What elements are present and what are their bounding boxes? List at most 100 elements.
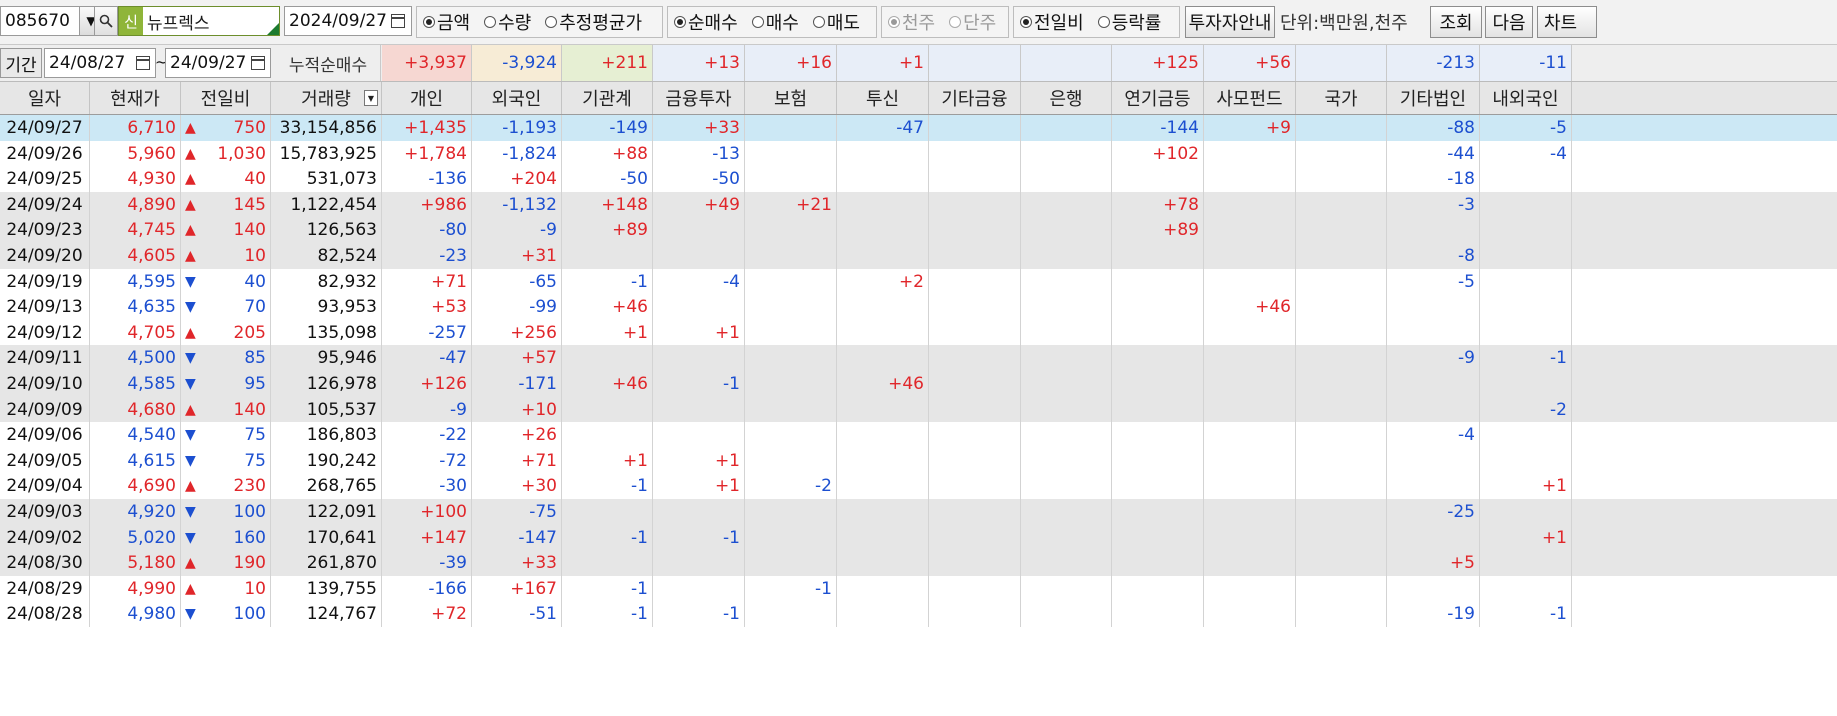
column-header[interactable]: 은행 bbox=[1021, 82, 1112, 114]
change-value: 10 bbox=[244, 246, 266, 266]
table-row[interactable]: 24/09/13 4,635 ▼ 70 93,953 +53 -99 +46 +46 bbox=[0, 294, 1837, 321]
investor-guide-button[interactable]: 투자자안내 bbox=[1185, 6, 1275, 38]
column-header[interactable]: 투신 bbox=[837, 82, 929, 114]
chart-button[interactable]: 차트 bbox=[1537, 6, 1597, 38]
column-header[interactable]: 기관계 bbox=[562, 82, 653, 114]
table-row[interactable]: 24/09/24 4,890 ▲ 145 1,122,454 +986 -1,132 +148… bbox=[0, 191, 1837, 218]
period-from-input[interactable]: 24/08/27 bbox=[44, 48, 156, 78]
table-row[interactable]: 24/09/10 4,585 ▼ 95 126,978 +126 -171 +46 -1 +46 bbox=[0, 371, 1837, 397]
table-row[interactable]: 24/08/29 4,990 ▲ 10 139,755 -166 +167 -1 -1 bbox=[0, 575, 1837, 602]
radio-change-rate[interactable]: 등락률 bbox=[1097, 9, 1161, 35]
radio-net-buy[interactable]: 순매수 bbox=[674, 9, 738, 35]
investor-value-cell: +46 bbox=[1204, 294, 1296, 321]
table-row[interactable]: 24/09/02 5,020 ▼ 160 170,641 +147 -147 -1 -1 +1 bbox=[0, 524, 1837, 551]
investor-value-cell: -30 bbox=[382, 473, 472, 500]
search-icon[interactable] bbox=[94, 6, 118, 36]
table-row[interactable]: 24/09/11 4,500 ▼ 85 95,946 -47 +57 -9 -1 bbox=[0, 345, 1837, 372]
investor-value-cell bbox=[1480, 575, 1572, 602]
column-header[interactable]: 연기금등 bbox=[1112, 82, 1204, 114]
column-header[interactable]: 일자 bbox=[0, 82, 90, 114]
radio-avg-price[interactable]: 추정평균가 bbox=[545, 9, 642, 35]
column-header[interactable]: 사모펀드 bbox=[1204, 82, 1296, 114]
investor-value-cell bbox=[1112, 345, 1204, 372]
query-button[interactable]: 조회 bbox=[1430, 6, 1482, 38]
price-cell: 4,585 bbox=[90, 371, 181, 397]
investor-value-cell bbox=[1112, 268, 1204, 295]
table-row[interactable]: 24/08/30 5,180 ▲ 190 261,870 -39 +33 +5 bbox=[0, 550, 1837, 577]
table-row[interactable]: 24/09/09 4,680 ▲ 140 105,537 -9 +10 -2 bbox=[0, 396, 1837, 423]
investor-value-cell bbox=[929, 601, 1021, 628]
investor-value-cell bbox=[1296, 294, 1387, 321]
radio-prev-day[interactable]: 전일비 bbox=[1020, 9, 1084, 35]
table-row[interactable]: 24/09/12 4,705 ▲ 205 135,098 -257 +256 +1 +1 bbox=[0, 319, 1837, 346]
table-row[interactable]: 24/09/23 4,745 ▲ 140 126,563 -80 -9 +89 +89 bbox=[0, 217, 1837, 244]
calendar-icon[interactable] bbox=[136, 56, 150, 70]
column-header[interactable]: 금융투자 bbox=[653, 82, 745, 114]
table-row[interactable]: 24/09/19 4,595 ▼ 40 82,932 +71 -65 -1 -4 +2 -5 bbox=[0, 268, 1837, 295]
radio-thousand-shares[interactable]: 천주 bbox=[888, 9, 935, 35]
calendar-icon[interactable] bbox=[391, 14, 405, 28]
date-cell: 24/09/25 bbox=[0, 166, 90, 193]
table-row[interactable]: 24/09/05 4,615 ▼ 75 190,242 -72 +71 +1 +1 bbox=[0, 447, 1837, 474]
column-header[interactable]: 거래량 ▼ bbox=[271, 82, 382, 114]
investor-value-cell bbox=[653, 294, 745, 321]
volume-cell: 93,953 bbox=[271, 294, 382, 321]
column-header[interactable]: 기타법인 bbox=[1387, 82, 1480, 114]
investor-value-cell: +1 bbox=[653, 319, 745, 346]
investor-value-cell: +21 bbox=[745, 191, 837, 218]
column-header[interactable]: 외국인 bbox=[472, 82, 562, 114]
investor-value-cell bbox=[1296, 319, 1387, 346]
investor-value-cell bbox=[1387, 473, 1480, 500]
radio-single-shares[interactable]: 단주 bbox=[949, 9, 996, 35]
column-header[interactable]: 내외국인 bbox=[1480, 82, 1572, 114]
date-input[interactable]: 2024/09/27 bbox=[284, 6, 412, 36]
investor-value-cell: -1 bbox=[653, 524, 745, 551]
column-header[interactable]: 전일비 bbox=[181, 82, 271, 114]
table-row[interactable]: 24/09/20 4,605 ▲ 10 82,524 -23 +31 -8 bbox=[0, 243, 1837, 269]
date-cell: 24/09/24 bbox=[0, 191, 90, 218]
radio-amount[interactable]: 금액 bbox=[423, 9, 470, 35]
date-cell: 24/09/27 bbox=[0, 115, 90, 141]
stock-name-field[interactable]: 신 뉴프렉스 bbox=[118, 6, 280, 36]
investor-value-cell bbox=[929, 243, 1021, 269]
investor-value-cell bbox=[929, 499, 1021, 525]
radio-sell[interactable]: 매도 bbox=[812, 9, 860, 35]
volume-cell: 122,091 bbox=[271, 499, 382, 525]
investor-value-cell bbox=[1296, 575, 1387, 602]
investor-value-cell bbox=[1112, 550, 1204, 577]
cumulative-value: -11 bbox=[1480, 45, 1572, 81]
table-row[interactable]: 24/09/04 4,690 ▲ 230 268,765 -30 +30 -1 +1 -2 +1 bbox=[0, 473, 1837, 500]
stock-code-input[interactable]: 085670 bbox=[0, 6, 80, 36]
date-cell: 24/09/19 bbox=[0, 268, 90, 295]
table-row[interactable]: 24/08/28 4,980 ▼ 100 124,767 +72 -51 -1 -1 -19 -1 bbox=[0, 601, 1837, 628]
table-row[interactable]: 24/09/03 4,920 ▼ 100 122,091 +100 -75 -25 bbox=[0, 499, 1837, 525]
change-cell: ▼ 160 bbox=[181, 524, 271, 551]
radio-dot-icon bbox=[1097, 16, 1110, 28]
radio-quantity[interactable]: 수량 bbox=[484, 9, 531, 35]
investor-value-cell bbox=[1480, 243, 1572, 269]
investor-value-cell bbox=[1021, 140, 1112, 167]
table-row[interactable]: 24/09/25 4,930 ▲ 40 531,073 -136 +204 -50 -50 -18 bbox=[0, 166, 1837, 193]
table-row[interactable]: 24/09/06 4,540 ▼ 75 186,803 -22 +26 -4 bbox=[0, 422, 1837, 449]
column-header[interactable]: 현재가 bbox=[90, 82, 181, 114]
investor-value-cell bbox=[1021, 601, 1112, 628]
investor-value-cell bbox=[837, 396, 929, 423]
investor-value-cell bbox=[653, 422, 745, 449]
table-row[interactable]: 24/09/27 6,710 ▲ 750 33,154,856 +1,435 -1,193-… bbox=[0, 115, 1837, 141]
investor-value-cell: -25 bbox=[1387, 499, 1480, 525]
next-button[interactable]: 다음 bbox=[1485, 6, 1533, 38]
investor-value-cell bbox=[1021, 371, 1112, 397]
column-header[interactable]: 개인 bbox=[382, 82, 472, 114]
column-header[interactable]: 기타금융 bbox=[929, 82, 1021, 114]
period-to-input[interactable]: 24/09/27 bbox=[165, 48, 271, 78]
radio-buy[interactable]: 매수 bbox=[751, 9, 799, 35]
change-cell: ▲ 190 bbox=[181, 550, 271, 577]
column-header[interactable]: 국가 bbox=[1296, 82, 1387, 114]
investor-value-cell bbox=[929, 191, 1021, 218]
sort-dropdown-icon[interactable]: ▼ bbox=[364, 90, 378, 106]
table-row[interactable]: 24/09/26 5,960 ▲ 1,030 15,783,925 +1,784 -1,82… bbox=[0, 140, 1837, 167]
investor-value-cell bbox=[1021, 294, 1112, 321]
column-header[interactable]: 보험 bbox=[745, 82, 837, 114]
change-value: 100 bbox=[233, 604, 266, 625]
calendar-icon[interactable] bbox=[251, 56, 265, 70]
